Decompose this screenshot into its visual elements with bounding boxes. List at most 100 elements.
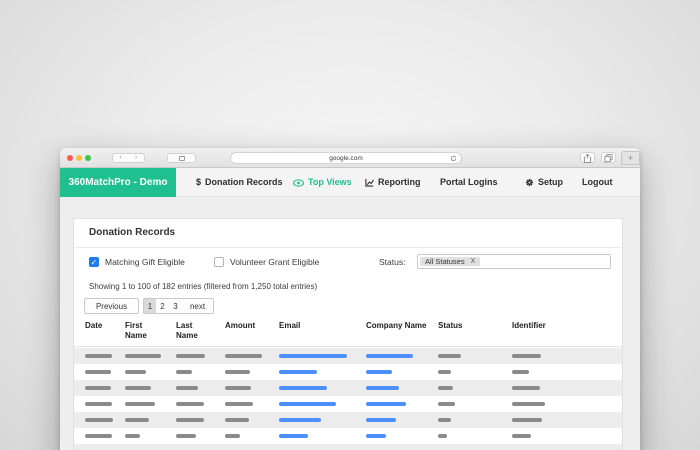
placeholder-bar — [125, 386, 151, 390]
table-cell — [366, 370, 434, 374]
column-header-status[interactable]: Status — [438, 321, 488, 331]
table-cell — [225, 434, 275, 438]
panel-title: Donation Records — [89, 227, 175, 238]
share-button[interactable] — [580, 152, 595, 163]
browser-window: ‹ › google.com + 360MatchPro - Demo $ — [60, 148, 640, 450]
tab-overview-button[interactable] — [601, 152, 616, 163]
browser-chrome: ‹ › google.com + — [60, 148, 640, 168]
table-cell — [176, 370, 212, 374]
zoom-window-icon[interactable] — [85, 155, 91, 161]
gear-icon — [525, 178, 534, 187]
next-page-button[interactable]: next — [182, 298, 214, 314]
placeholder-bar — [125, 434, 140, 438]
nav-item-portal-logins[interactable]: Portal Logins — [440, 168, 498, 197]
table-cell — [125, 418, 161, 422]
table-cell — [279, 418, 361, 422]
placeholder-bar — [366, 370, 392, 374]
placeholder-bar — [225, 402, 253, 406]
placeholder-bar — [125, 370, 146, 374]
placeholder-bar — [225, 434, 240, 438]
table-cell — [366, 434, 434, 438]
table-body — [74, 348, 622, 450]
brand-logo[interactable]: 360MatchPro - Demo — [60, 168, 176, 197]
nav-item-reporting[interactable]: Reporting — [365, 168, 421, 197]
table-row — [74, 364, 622, 380]
placeholder-bar — [225, 418, 249, 422]
table-cell — [366, 402, 434, 406]
column-header-company-name[interactable]: Company Name — [366, 321, 434, 331]
volunteer-grant-checkbox[interactable] — [214, 257, 224, 267]
table-cell — [279, 402, 361, 406]
column-header-first-name[interactable]: First Name — [125, 321, 161, 340]
reload-icon[interactable] — [450, 155, 457, 162]
table-cell — [438, 370, 488, 374]
placeholder-bar — [176, 418, 204, 422]
placeholder-bar — [279, 370, 317, 374]
placeholder-bar — [176, 354, 205, 358]
column-header-amount[interactable]: Amount — [225, 321, 275, 331]
table-cell — [85, 370, 119, 374]
remove-status-icon[interactable]: X — [471, 257, 476, 266]
table-row — [74, 428, 622, 444]
placeholder-bar — [85, 434, 112, 438]
table-cell — [438, 434, 488, 438]
table-cell — [279, 386, 361, 390]
table-row — [74, 412, 622, 428]
entries-summary: Showing 1 to 100 of 182 entries (filtere… — [89, 282, 317, 291]
placeholder-bar — [279, 402, 336, 406]
browser-forward-button[interactable]: › — [128, 153, 145, 163]
column-header-email[interactable]: Email — [279, 321, 361, 331]
table-cell — [125, 434, 161, 438]
table-row — [74, 348, 622, 364]
placeholder-bar — [366, 434, 386, 438]
placeholder-bar — [279, 434, 308, 438]
table-cell — [225, 386, 275, 390]
placeholder-bar — [279, 418, 321, 422]
column-header-date[interactable]: Date — [85, 321, 119, 331]
page-1-button[interactable]: 1 — [143, 298, 157, 314]
placeholder-bar — [438, 402, 455, 406]
nav-item-donation-records[interactable]: $ Donation Records — [196, 168, 283, 197]
close-window-icon[interactable] — [67, 155, 73, 161]
table-cell — [176, 354, 212, 358]
address-url: google.com — [329, 155, 363, 162]
placeholder-bar — [225, 386, 251, 390]
placeholder-bar — [125, 418, 149, 422]
matching-gift-checkbox[interactable]: ✓ — [89, 257, 99, 267]
placeholder-bar — [438, 434, 447, 438]
placeholder-bar — [85, 402, 112, 406]
table-cell — [176, 402, 212, 406]
page-3-button[interactable]: 3 — [169, 298, 183, 314]
app-navbar: 360MatchPro - Demo $ Donation Records To… — [60, 168, 640, 197]
column-header-last-name[interactable]: Last Name — [176, 321, 212, 340]
placeholder-bar — [125, 354, 161, 358]
table-cell — [176, 434, 212, 438]
sidebar-toggle-button[interactable] — [167, 153, 196, 163]
nav-item-setup[interactable]: Setup — [525, 168, 563, 197]
nav-item-logout[interactable]: Logout — [582, 168, 613, 197]
placeholder-bar — [366, 386, 399, 390]
placeholder-bar — [512, 386, 540, 390]
previous-page-button[interactable]: Previous — [84, 298, 139, 314]
placeholder-bar — [225, 354, 262, 358]
status-select[interactable]: All Statuses X — [417, 254, 611, 269]
new-tab-button[interactable]: + — [621, 151, 640, 165]
placeholder-bar — [225, 370, 250, 374]
table-cell — [225, 370, 275, 374]
placeholder-bar — [438, 354, 461, 358]
page-2-button[interactable]: 2 — [156, 298, 170, 314]
browser-back-button[interactable]: ‹ — [112, 153, 129, 163]
table-cell — [176, 386, 212, 390]
table-cell — [366, 418, 434, 422]
placeholder-bar — [85, 418, 113, 422]
address-bar[interactable]: google.com — [230, 152, 462, 164]
placeholder-bar — [176, 402, 204, 406]
nav-item-top-views[interactable]: Top Views — [293, 168, 352, 197]
table-cell — [512, 354, 582, 358]
dollar-icon: $ — [196, 168, 201, 197]
table-cell — [279, 434, 361, 438]
minimize-window-icon[interactable] — [76, 155, 82, 161]
column-header-identifier[interactable]: Identifier — [512, 321, 582, 331]
table-cell — [512, 418, 582, 422]
table-cell — [125, 370, 161, 374]
